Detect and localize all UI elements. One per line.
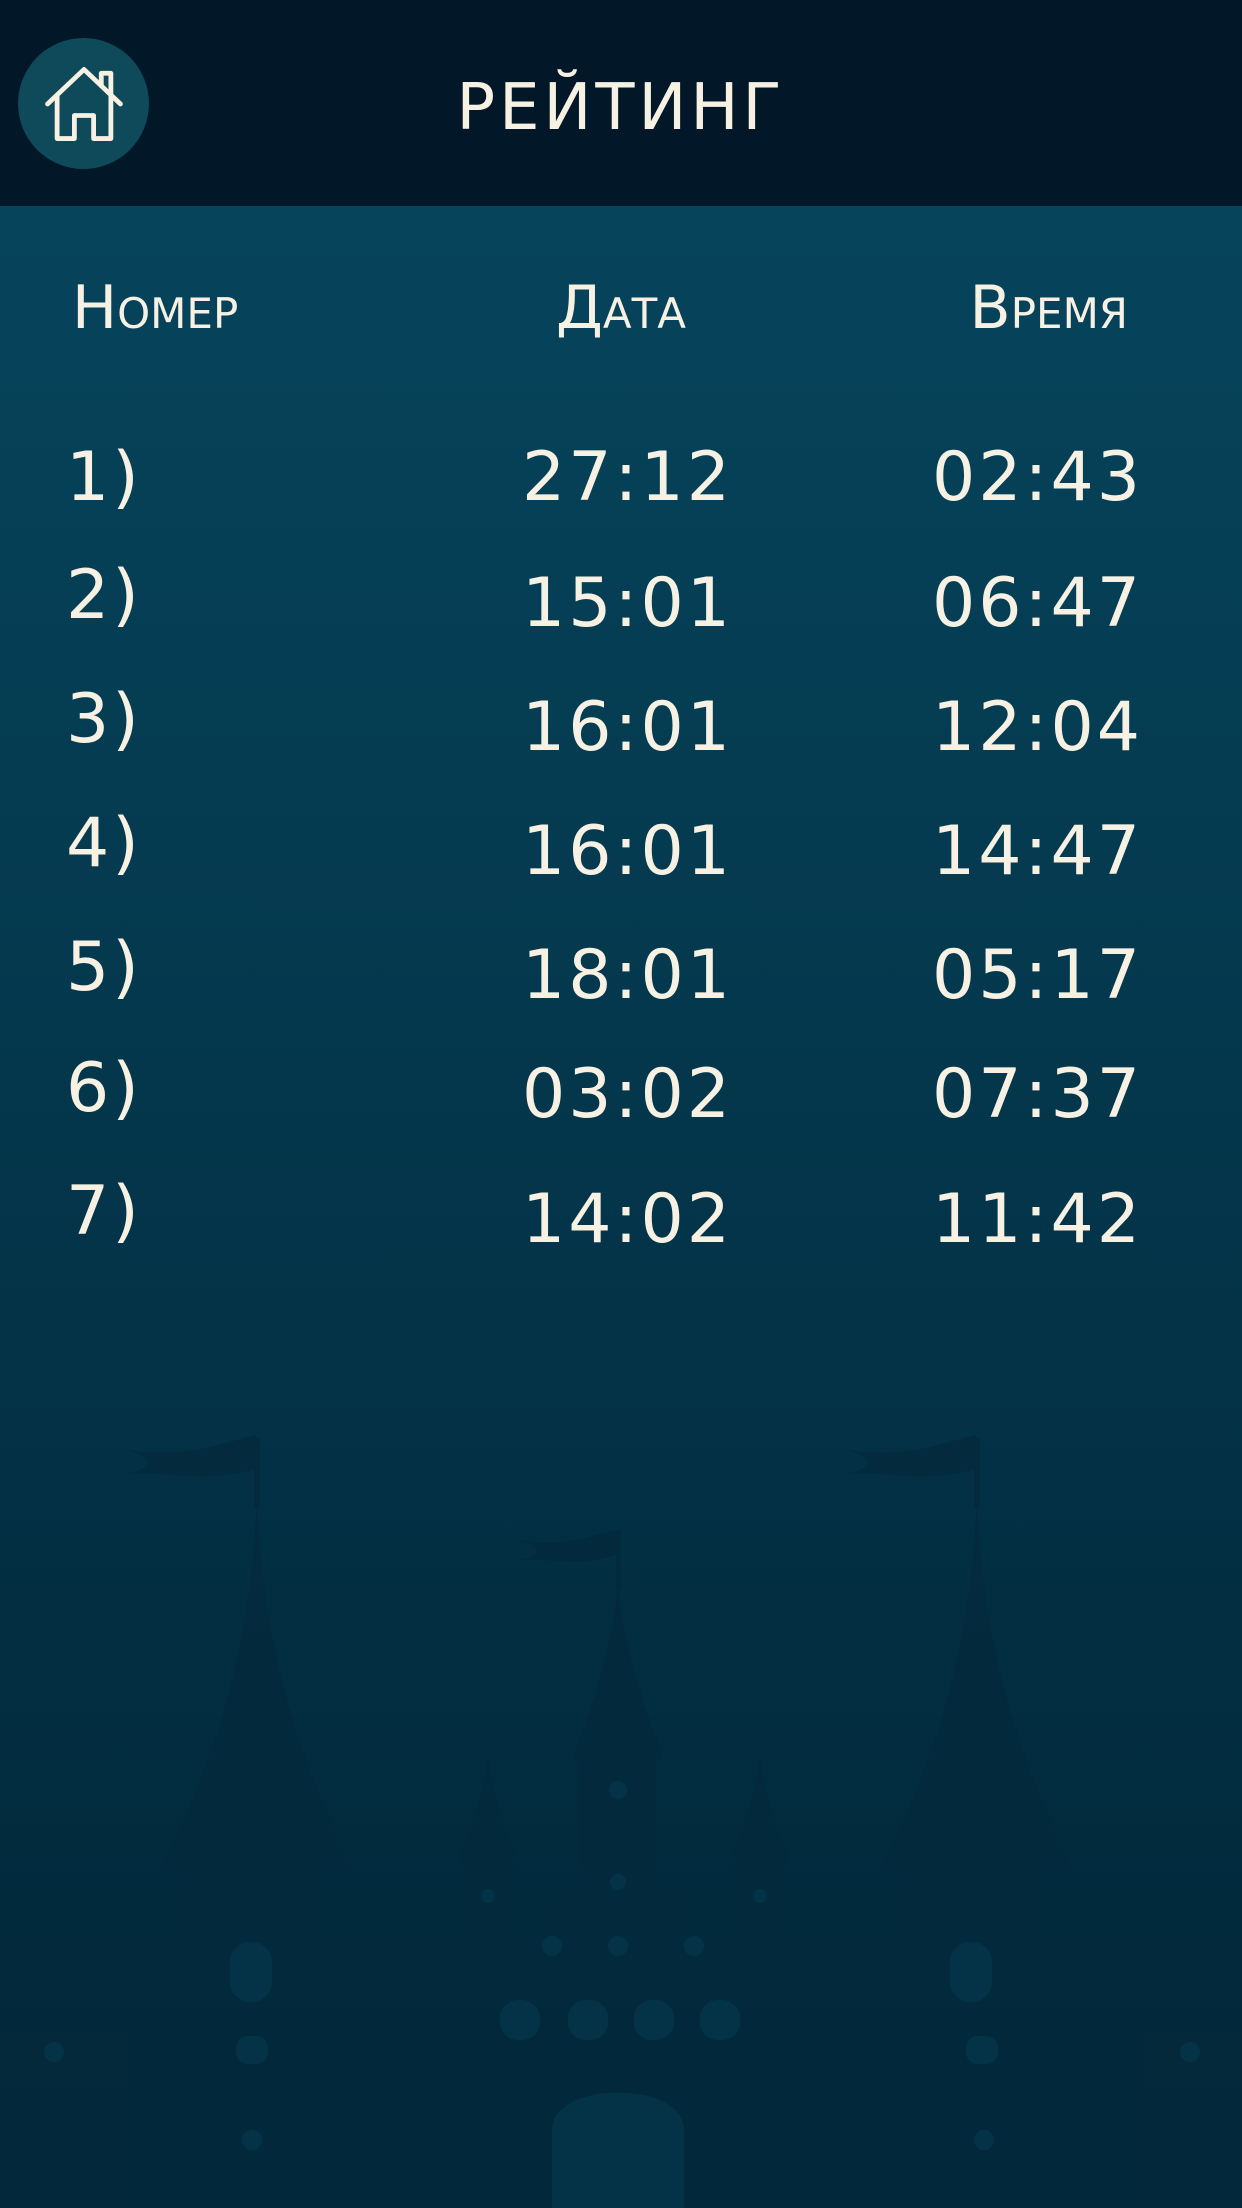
table-row: 4) 16:01 14:47	[0, 804, 1242, 892]
row-date: 14:02	[522, 1180, 733, 1259]
row-date: 03:02	[522, 1055, 733, 1134]
row-date: 16:01	[522, 812, 733, 891]
column-header-time: Время	[969, 273, 1128, 343]
row-date: 27:12	[522, 438, 733, 517]
castle-silhouette	[0, 1435, 1242, 2208]
row-number: 5)	[66, 928, 142, 1007]
row-time: 05:17	[932, 936, 1143, 1015]
row-time: 06:47	[932, 564, 1143, 643]
row-date: 15:01	[522, 564, 733, 643]
table-row: 2) 15:01 06:47	[0, 556, 1242, 644]
page-title: РЕЙТИНГ	[456, 71, 786, 145]
row-number: 2)	[66, 556, 142, 635]
row-number: 4)	[66, 804, 142, 883]
row-number: 6)	[66, 1049, 142, 1128]
row-date: 16:01	[522, 688, 733, 767]
row-date: 18:01	[522, 936, 733, 1015]
table-row: 6) 03:02 07:37	[0, 1049, 1242, 1135]
row-time: 11:42	[932, 1180, 1143, 1259]
table-row: 1) 27:12 02:43	[0, 438, 1242, 518]
table-row: 3) 16:01 12:04	[0, 680, 1242, 768]
table-row: 7) 14:02 11:42	[0, 1172, 1242, 1260]
row-number: 1)	[66, 438, 142, 517]
top-bar: РЕЙТИНГ	[0, 0, 1242, 206]
row-time: 14:47	[932, 812, 1143, 891]
table-row: 5) 18:01 05:17	[0, 928, 1242, 1016]
row-number: 7)	[66, 1172, 142, 1251]
row-number: 3)	[66, 680, 142, 759]
row-time: 02:43	[932, 438, 1143, 517]
row-time: 12:04	[932, 688, 1143, 767]
row-time: 07:37	[932, 1055, 1143, 1134]
